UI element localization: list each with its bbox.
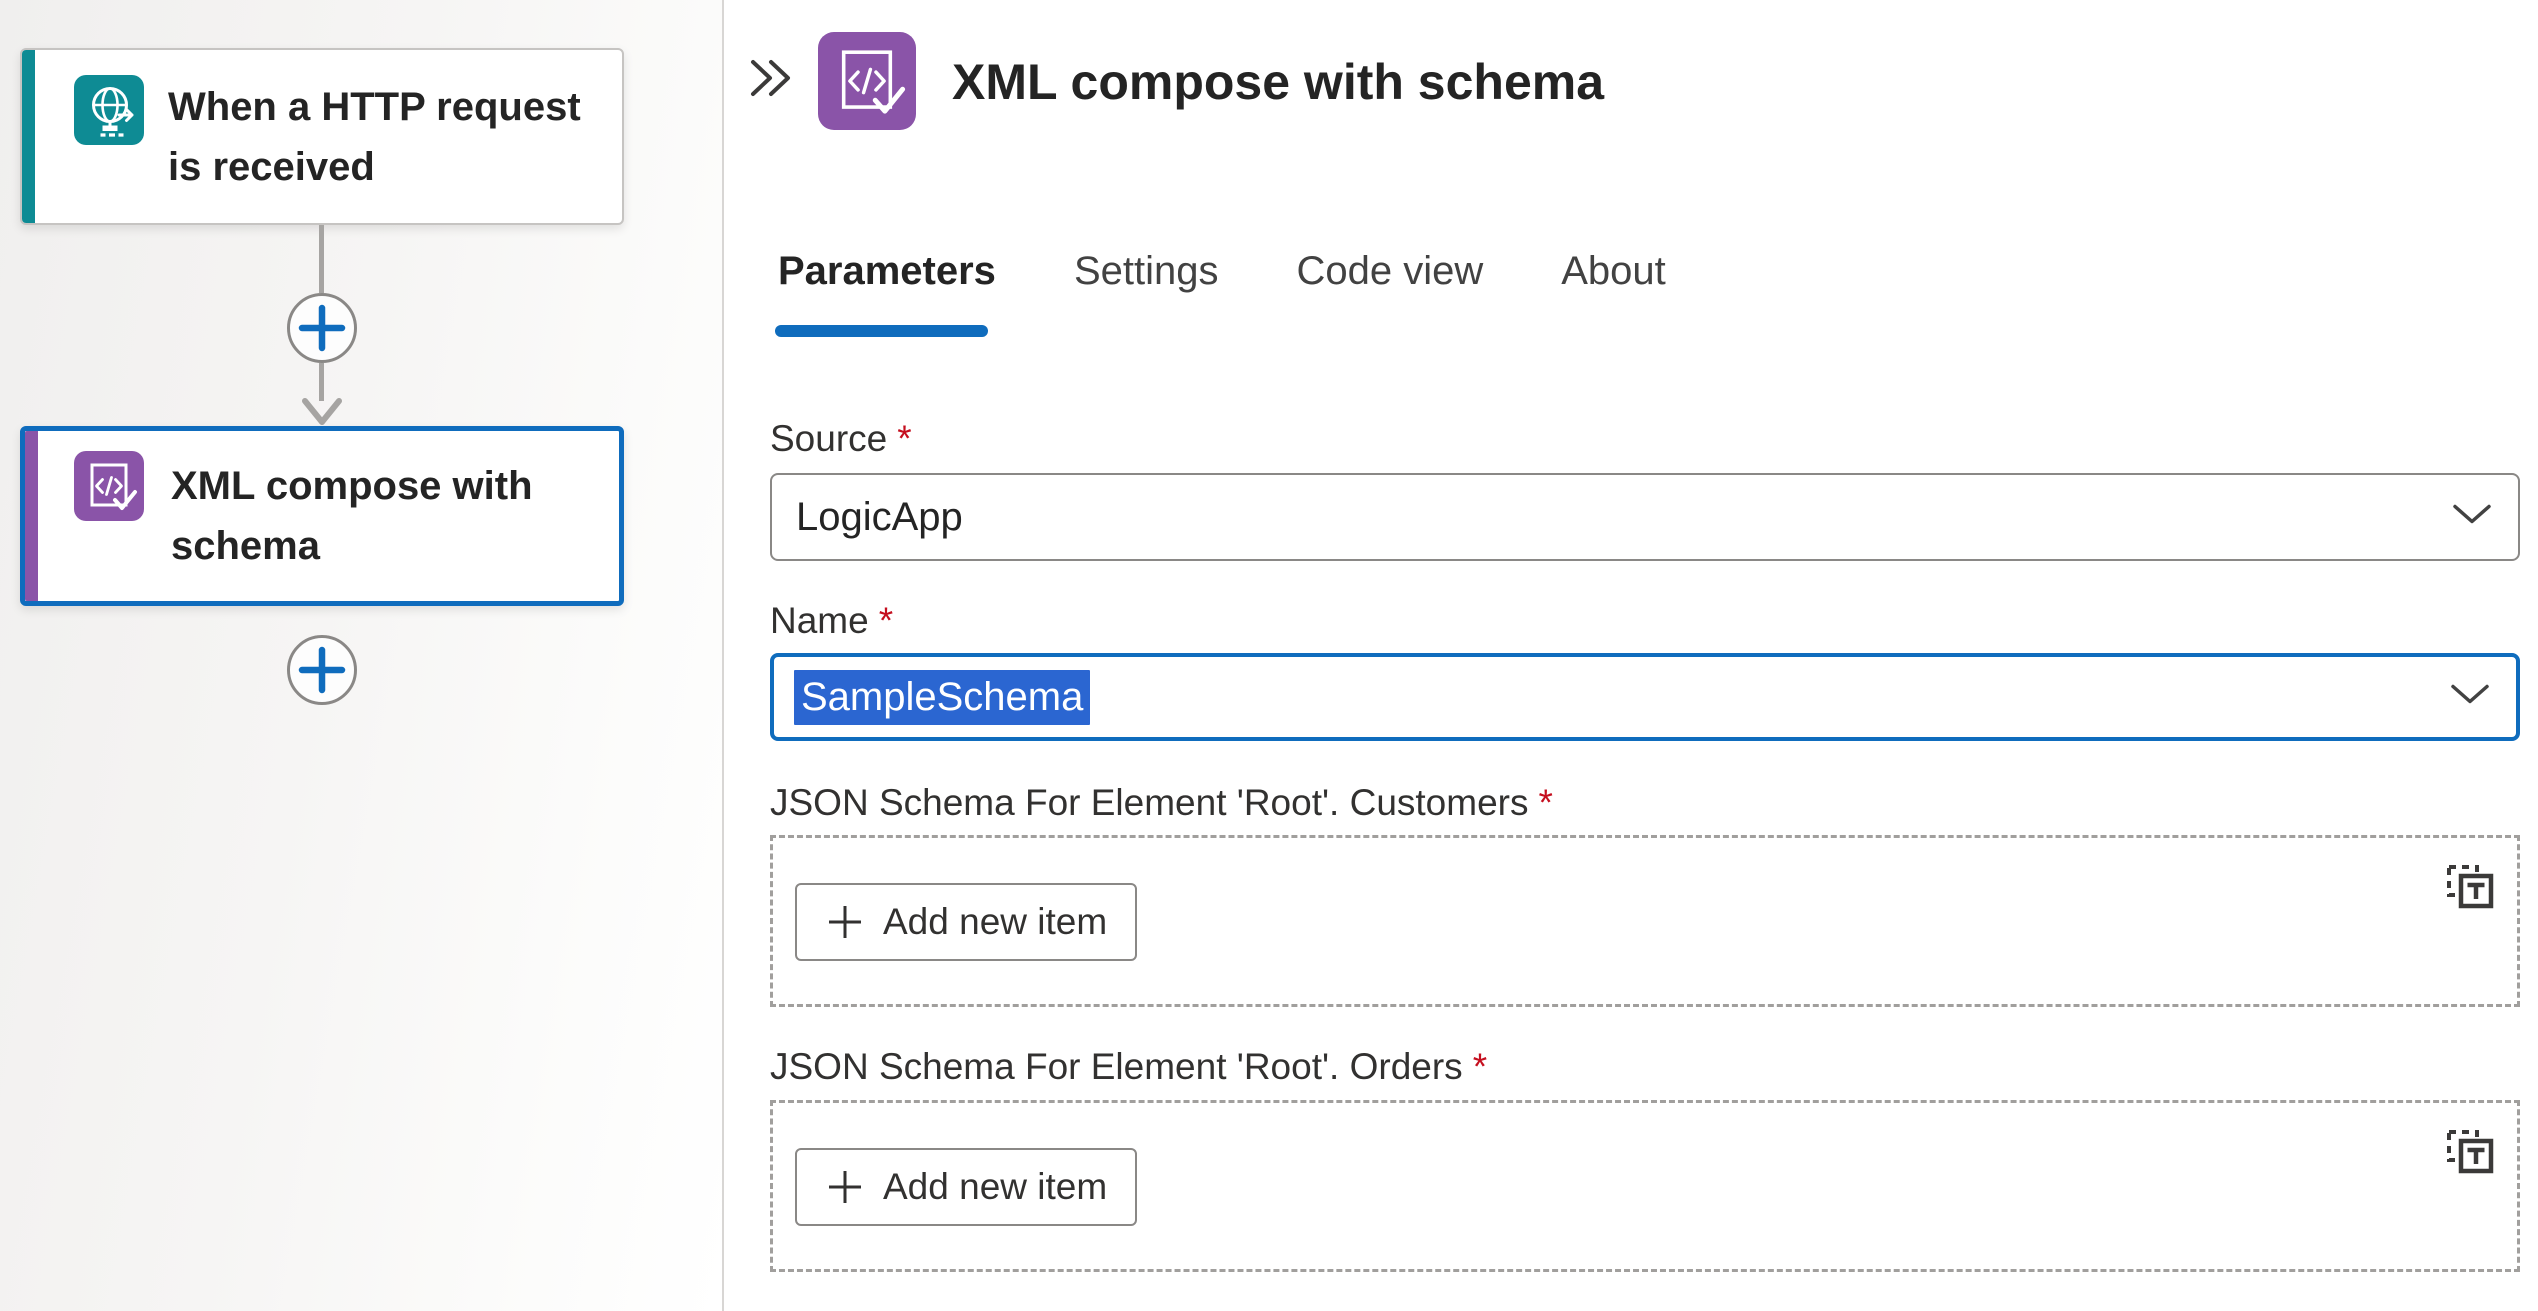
customers-schema-array-editor: Add new item	[770, 835, 2520, 1007]
tab-settings[interactable]: Settings	[1074, 247, 1219, 295]
plus-icon	[829, 906, 861, 938]
action-accent-stripe	[25, 431, 38, 601]
active-tab-indicator	[775, 325, 988, 337]
chevron-down-icon	[2450, 684, 2490, 711]
required-asterisk: *	[897, 418, 912, 459]
page-title: XML compose with schema	[952, 54, 1605, 110]
text-mode-toggle-icon[interactable]	[2445, 1125, 2495, 1175]
plus-icon	[298, 304, 346, 352]
panel-tabs: Parameters Settings Code view About	[778, 247, 1666, 295]
tab-code-view[interactable]: Code view	[1296, 247, 1483, 295]
connector-line	[319, 225, 324, 293]
arrow-down-icon	[302, 398, 342, 425]
name-combobox[interactable]: SampleSchema	[770, 653, 2520, 741]
xml-compose-icon	[74, 451, 144, 521]
node-title: XML compose with schema	[171, 464, 533, 568]
orders-schema-array-editor: Add new item	[770, 1100, 2520, 1272]
name-combobox-value: SampleSchema	[794, 669, 1091, 725]
workflow-canvas[interactable]: When a HTTP request is received XML comp…	[0, 0, 724, 1311]
connector-line	[319, 363, 324, 401]
required-asterisk: *	[878, 600, 894, 641]
plus-icon	[829, 1171, 861, 1203]
xml-compose-icon	[818, 32, 916, 130]
node-when-http-request-received[interactable]: When a HTTP request is received	[20, 48, 624, 225]
insert-step-button[interactable]	[287, 635, 357, 705]
tab-parameters[interactable]: Parameters	[778, 247, 996, 295]
name-label: Name *	[770, 600, 894, 641]
add-new-item-button[interactable]: Add new item	[795, 883, 1138, 961]
logic-apps-designer: When a HTTP request is received XML comp…	[0, 0, 2538, 1311]
source-dropdown-value: LogicApp	[796, 494, 963, 539]
http-request-icon	[74, 75, 144, 145]
trigger-accent-stripe	[22, 50, 35, 223]
customers-schema-label: JSON Schema For Element 'Root'. Customer…	[770, 782, 1553, 823]
node-xml-compose-with-schema[interactable]: XML compose with schema	[20, 426, 624, 606]
required-asterisk: *	[1538, 782, 1553, 823]
text-mode-toggle-icon[interactable]	[2445, 860, 2495, 910]
double-chevron-right-icon	[751, 60, 790, 96]
required-asterisk: *	[1472, 1046, 1488, 1087]
insert-step-button[interactable]	[287, 293, 357, 363]
orders-schema-label: JSON Schema For Element 'Root'. Orders *	[770, 1046, 1488, 1087]
collapse-panel-button[interactable]	[748, 56, 794, 102]
source-dropdown[interactable]: LogicApp	[770, 473, 2520, 561]
plus-icon	[298, 646, 346, 694]
tab-about[interactable]: About	[1561, 247, 1666, 295]
add-new-item-button[interactable]: Add new item	[795, 1148, 1138, 1226]
chevron-down-icon	[2452, 504, 2492, 531]
node-title: When a HTTP request is received	[168, 84, 581, 189]
source-label: Source *	[770, 418, 912, 459]
